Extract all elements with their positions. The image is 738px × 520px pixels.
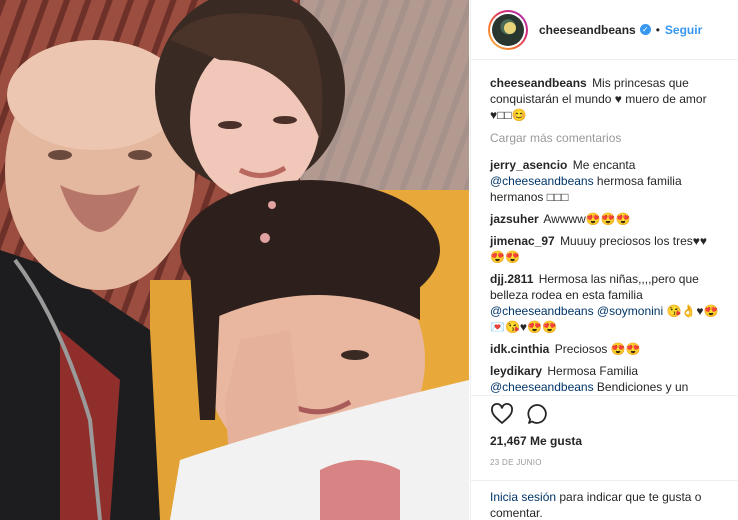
- comment-username[interactable]: leydikary: [490, 364, 542, 378]
- post-date[interactable]: 23 DE JUNIO: [490, 458, 720, 467]
- follow-button[interactable]: Seguir: [665, 23, 702, 37]
- comment-text: Awwww😍😍😍: [543, 212, 631, 226]
- post-actions: 21,467 Me gusta 23 DE JUNIO: [471, 395, 738, 480]
- post-photo[interactable]: [0, 0, 469, 520]
- heart-icon[interactable]: [490, 402, 514, 426]
- comment-item: leydikary Hermosa Familia @cheeseandbean…: [490, 363, 720, 394]
- post-image: [0, 0, 469, 520]
- verified-badge-icon: ✓: [639, 24, 651, 35]
- login-link[interactable]: Inicia sesión: [490, 490, 556, 504]
- comment-bubble-icon[interactable]: [526, 402, 550, 426]
- post-header: cheeseandbeans ✓ • Seguir: [471, 0, 738, 60]
- load-more-comments-button[interactable]: Cargar más comentarios: [490, 131, 720, 145]
- profile-avatar[interactable]: [488, 9, 528, 50]
- comment-username[interactable]: jazsuher: [490, 212, 539, 226]
- likes-count[interactable]: 21,467 Me gusta: [490, 432, 720, 450]
- comment-text: Me encanta: [572, 158, 636, 172]
- caption: cheeseandbeans Mis princesas que conquis…: [490, 75, 720, 123]
- comment-mention[interactable]: @cheeseandbeans: [490, 174, 594, 188]
- comment-item: djj.2811 Hermosa las niñas,,,,pero que b…: [490, 271, 720, 335]
- comment-item: jerry_asencio Me encanta @cheeseandbeans…: [490, 157, 720, 205]
- comment-item: jimenac_97 Muuuy preciosos los tres♥♥😍😍: [490, 233, 720, 265]
- comment-mention[interactable]: @cheeseandbeans @soymonini: [490, 304, 663, 318]
- comment-username[interactable]: idk.cinthia: [490, 342, 549, 356]
- comment-mention[interactable]: @cheeseandbeans: [490, 380, 594, 394]
- header-separator: •: [655, 22, 660, 37]
- comment-username[interactable]: jimenac_97: [490, 234, 555, 248]
- post-side-panel: cheeseandbeans ✓ • Seguir cheeseandbeans…: [470, 0, 738, 520]
- comment-text: Preciosos 😍😍: [554, 342, 641, 356]
- login-prompt: Inicia sesión para indicar que te gusta …: [471, 480, 738, 520]
- comments-list[interactable]: cheeseandbeans Mis princesas que conquis…: [471, 62, 738, 394]
- comment-username[interactable]: jerry_asencio: [490, 158, 567, 172]
- comment-text: Hermosa Familia: [547, 364, 639, 378]
- comment-username[interactable]: djj.2811: [490, 272, 533, 286]
- comment-item: jazsuher Awwww😍😍😍: [490, 211, 720, 227]
- caption-username[interactable]: cheeseandbeans: [490, 76, 587, 90]
- comment-item: idk.cinthia Preciosos 😍😍: [490, 341, 720, 357]
- header-username[interactable]: cheeseandbeans: [539, 23, 636, 37]
